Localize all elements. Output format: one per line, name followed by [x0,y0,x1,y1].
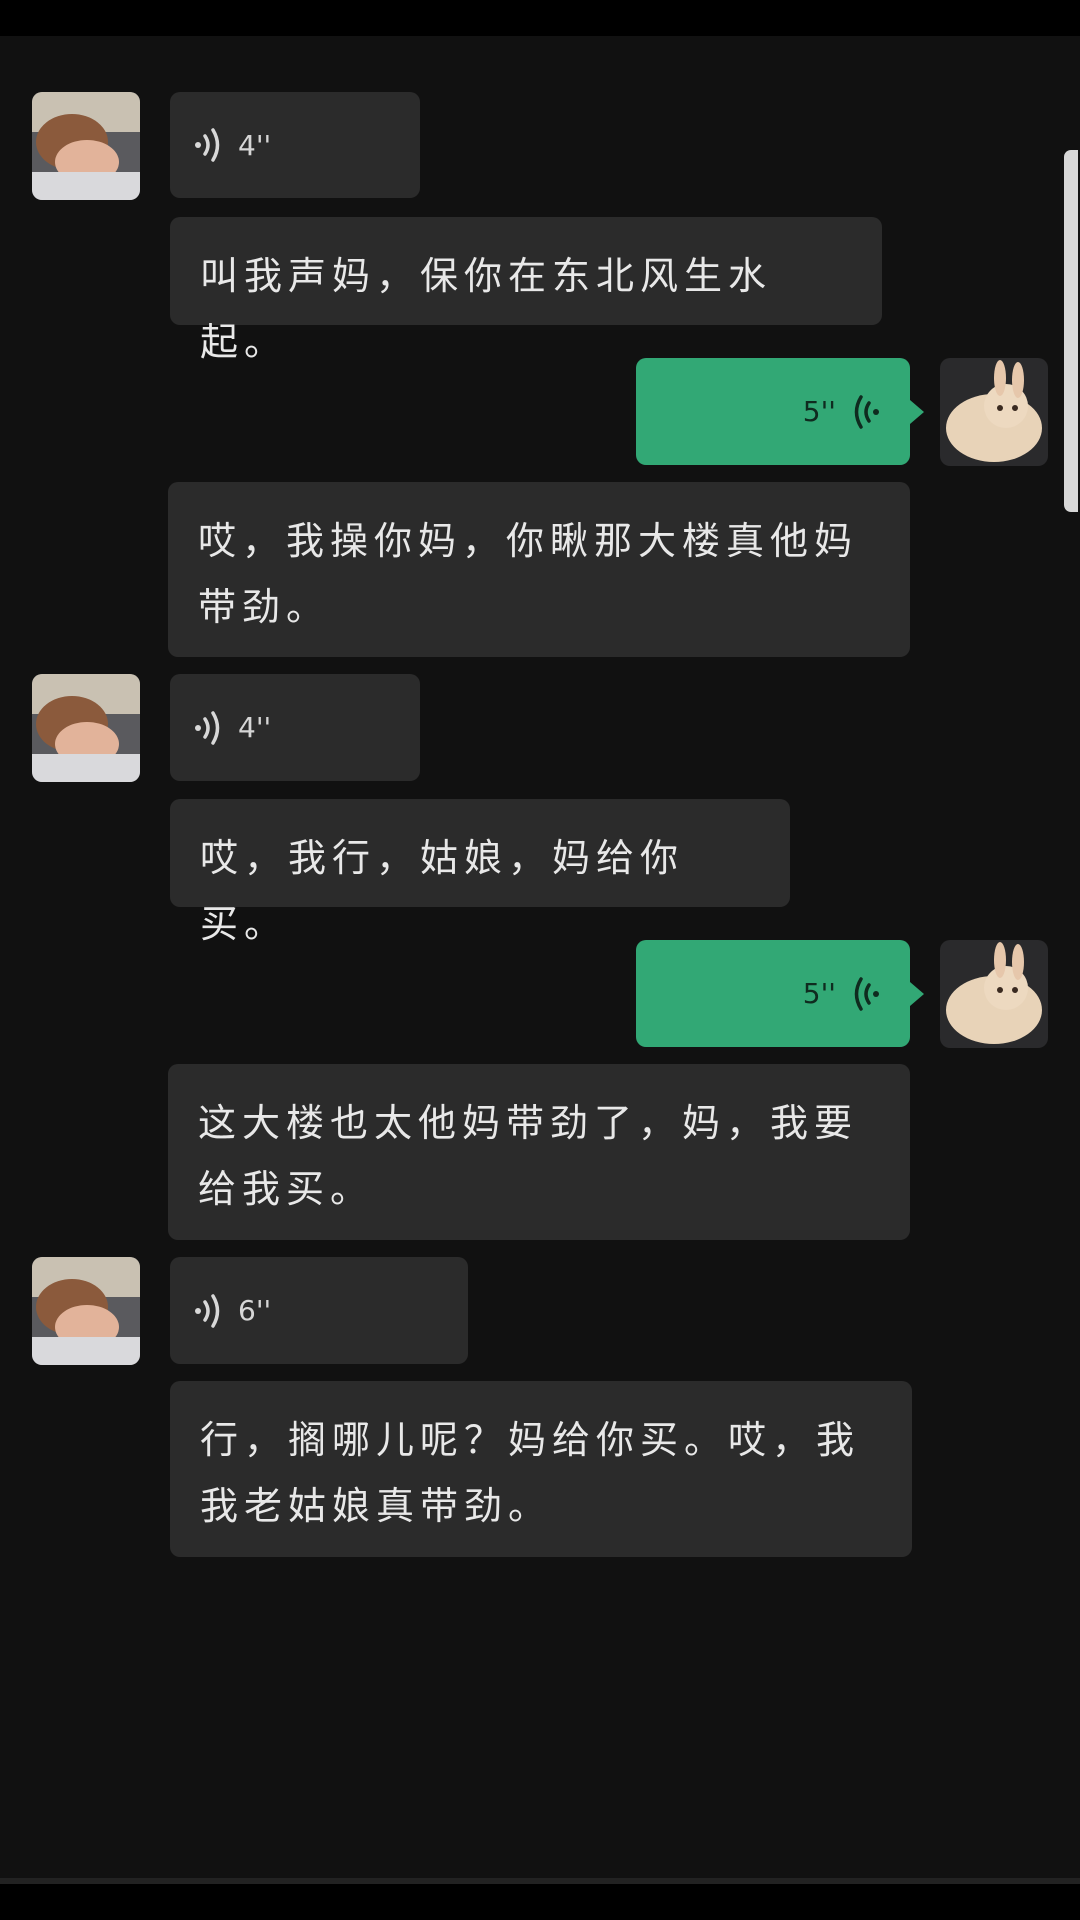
text-message-bubble[interactable]: 这大楼也太他妈带劲了，妈，我要 给我买。 [168,1064,910,1240]
message-line: 我老姑娘真带劲。 [200,1484,553,1528]
contact-avatar[interactable] [32,92,140,200]
voice-message-bubble[interactable]: 4'' [170,674,420,781]
bubble-tail [910,982,924,1006]
message-line: 这大楼也太他妈带劲了，妈，我要 [198,1101,859,1145]
boy-avatar-image [32,674,140,782]
contact-avatar[interactable] [32,1257,140,1365]
self-avatar[interactable] [940,940,1048,1048]
text-message-bubble[interactable]: 哎，我行，姑娘，妈给你买。 [170,799,790,946]
boy-avatar-image [32,1257,140,1365]
bubble-tail [910,400,924,424]
voice-message-bubble[interactable]: 5'' [636,940,910,1047]
text-message-bubble[interactable]: 哎，我操你妈，你瞅那大楼真他妈 带劲。 [168,482,910,657]
message-line: 给我买。 [198,1167,375,1211]
message-line: 行，搁哪儿呢？妈给你买。哎，我 [200,1418,861,1462]
voice-message-bubble[interactable]: 5'' [636,358,910,465]
message-line: 带劲。 [198,585,331,629]
voice-wave-icon [854,394,879,429]
rabbit-avatar-image [940,940,1048,1048]
text-message-bubble[interactable]: 行，搁哪儿呢？妈给你买。哎，我 我老姑娘真带劲。 [170,1381,912,1557]
voice-wave-icon [195,1293,220,1328]
text-message-bubble[interactable]: 叫我声妈，保你在东北风生水起。 [170,217,882,364]
voice-wave-icon [195,710,220,745]
voice-message-bubble[interactable]: 4'' [170,92,420,198]
self-avatar[interactable] [940,358,1048,466]
voice-duration: 4'' [238,711,272,744]
voice-wave-icon [854,976,879,1011]
status-bar [0,0,1080,36]
voice-duration: 4'' [238,128,272,162]
navigation-bar [0,1884,1080,1920]
voice-duration: 5'' [802,977,836,1010]
rabbit-avatar-image [940,358,1048,466]
boy-avatar-image [32,92,140,200]
voice-wave-icon [195,128,220,162]
scrollbar[interactable] [1064,150,1078,512]
voice-message-bubble[interactable]: 6'' [170,1257,468,1364]
contact-avatar[interactable] [32,674,140,782]
message-line: 哎，我操你妈，你瞅那大楼真他妈 [198,519,859,563]
voice-duration: 5'' [802,395,836,428]
voice-duration: 6'' [238,1294,272,1327]
